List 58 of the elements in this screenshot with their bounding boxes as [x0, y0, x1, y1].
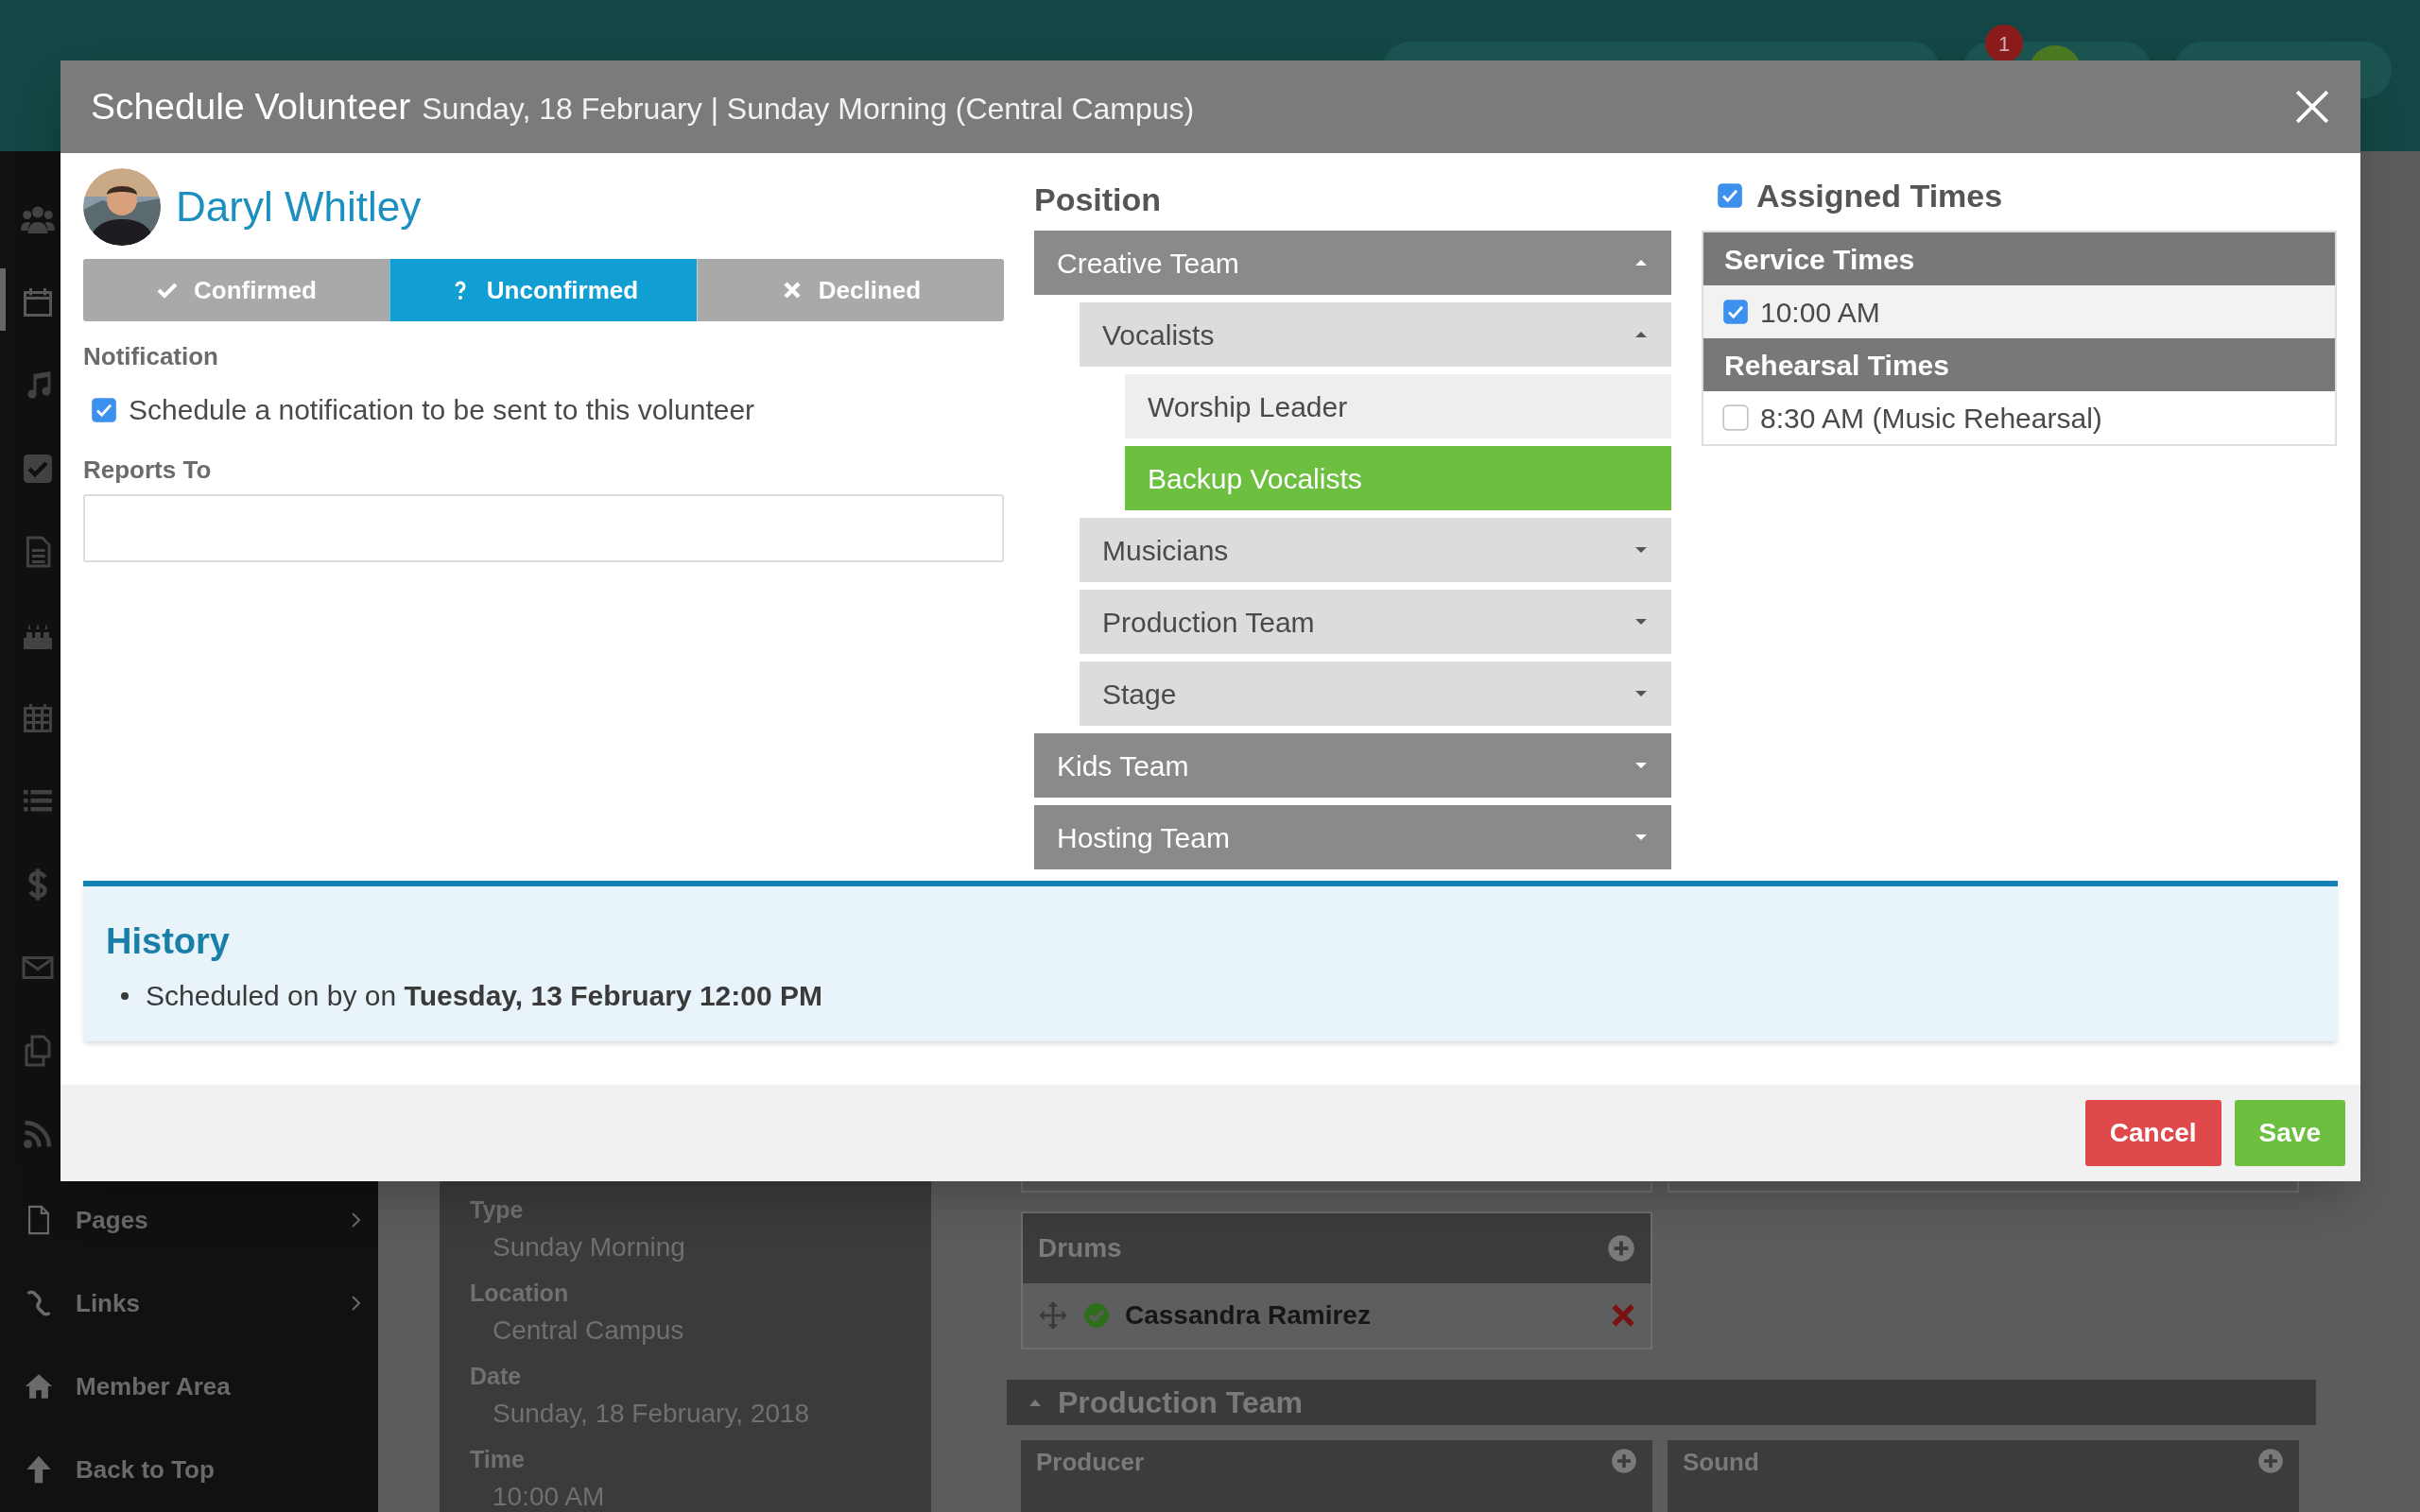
modal-subtitle: Sunday, 18 February | Sunday Morning (Central Campus) [422, 91, 1196, 128]
sidebar-label: Member Area [76, 1370, 232, 1402]
position-group[interactable]: Kids Team [1034, 733, 1671, 798]
sidebar-label: Back to Top [76, 1453, 216, 1486]
position-group[interactable]: Stage [1080, 662, 1671, 726]
checked-checkbox[interactable] [91, 396, 117, 423]
section-heading: Position [1034, 180, 1163, 215]
history-heading: History [106, 920, 231, 963]
checked-checkbox[interactable] [1717, 182, 1743, 209]
sidebar-label: Pages [76, 1204, 149, 1236]
position-group[interactable]: Musicians [1080, 518, 1671, 582]
table-header: Rehearsal Times [1703, 338, 2335, 391]
modal-title: Schedule Volunteer [91, 84, 411, 129]
time-label: 10:00 AM [1760, 295, 1880, 330]
section-header[interactable]: Production Team [1007, 1380, 2316, 1425]
position-group[interactable]: Vocalists [1080, 302, 1671, 367]
volunteer-name[interactable]: Daryl Whitley [176, 176, 422, 238]
sidebar-item[interactable]: Member Area [0, 1368, 378, 1404]
sidebar-label: Links [76, 1287, 141, 1319]
history-entry: Scheduled on by on Tuesday, 13 February 12:00 PM [146, 979, 822, 1013]
status-tab[interactable]: Confirmed [83, 259, 389, 321]
position-item[interactable]: Backup Vocalists [1125, 446, 1671, 510]
add-icon[interactable] [1611, 1448, 1637, 1474]
add-icon[interactable] [1607, 1234, 1635, 1263]
table-header: Service Times [1703, 232, 2335, 285]
status-tab[interactable]: Declined [697, 259, 1004, 321]
position-group[interactable]: Hosting Team [1034, 805, 1671, 869]
field-label: Notification [83, 341, 219, 372]
bullet-icon [121, 991, 129, 1000]
field-label: Reports To [83, 455, 213, 486]
section-heading: Assigned Times [1756, 176, 2003, 215]
position-group[interactable]: Creative Team [1034, 231, 1671, 295]
position-item[interactable]: Worship Leader [1125, 374, 1671, 438]
calendar-icon[interactable] [21, 285, 55, 319]
sidebar-item[interactable]: Pages [0, 1202, 378, 1238]
card-title: Sound [1683, 1448, 1759, 1476]
remove-icon[interactable] [1611, 1303, 1635, 1328]
cancel-button[interactable]: Cancel [2084, 1100, 2221, 1166]
sidebar-item[interactable]: Links [0, 1285, 378, 1321]
card-title: Drums [1038, 1232, 1122, 1264]
member-name: Cassandra Ramirez [1125, 1299, 1372, 1332]
time-label: 8:30 AM (Music Rehearsal) [1760, 401, 2102, 436]
close-icon[interactable] [2294, 89, 2330, 125]
status-tab[interactable]: Unconfirmed [389, 259, 697, 321]
checkbox-icon[interactable] [21, 452, 55, 486]
move-icon[interactable] [1038, 1300, 1068, 1331]
sidebar-item[interactable]: Back to Top [0, 1452, 378, 1487]
save-button[interactable]: Save [2234, 1100, 2345, 1166]
checkbox[interactable] [1722, 404, 1749, 431]
notification-badge: 1 [1985, 25, 2023, 62]
section-title: Production Team [1058, 1384, 1303, 1421]
card-title: Producer [1036, 1448, 1145, 1476]
position-group[interactable]: Production Team [1080, 590, 1671, 654]
calendar-icon[interactable] [21, 701, 55, 735]
checked-checkbox[interactable] [1722, 299, 1749, 325]
add-icon[interactable] [2257, 1448, 2284, 1474]
checkbox-label: Schedule a notification to be sent to this volunteer [129, 393, 755, 427]
reports-to-field[interactable] [83, 494, 1004, 562]
